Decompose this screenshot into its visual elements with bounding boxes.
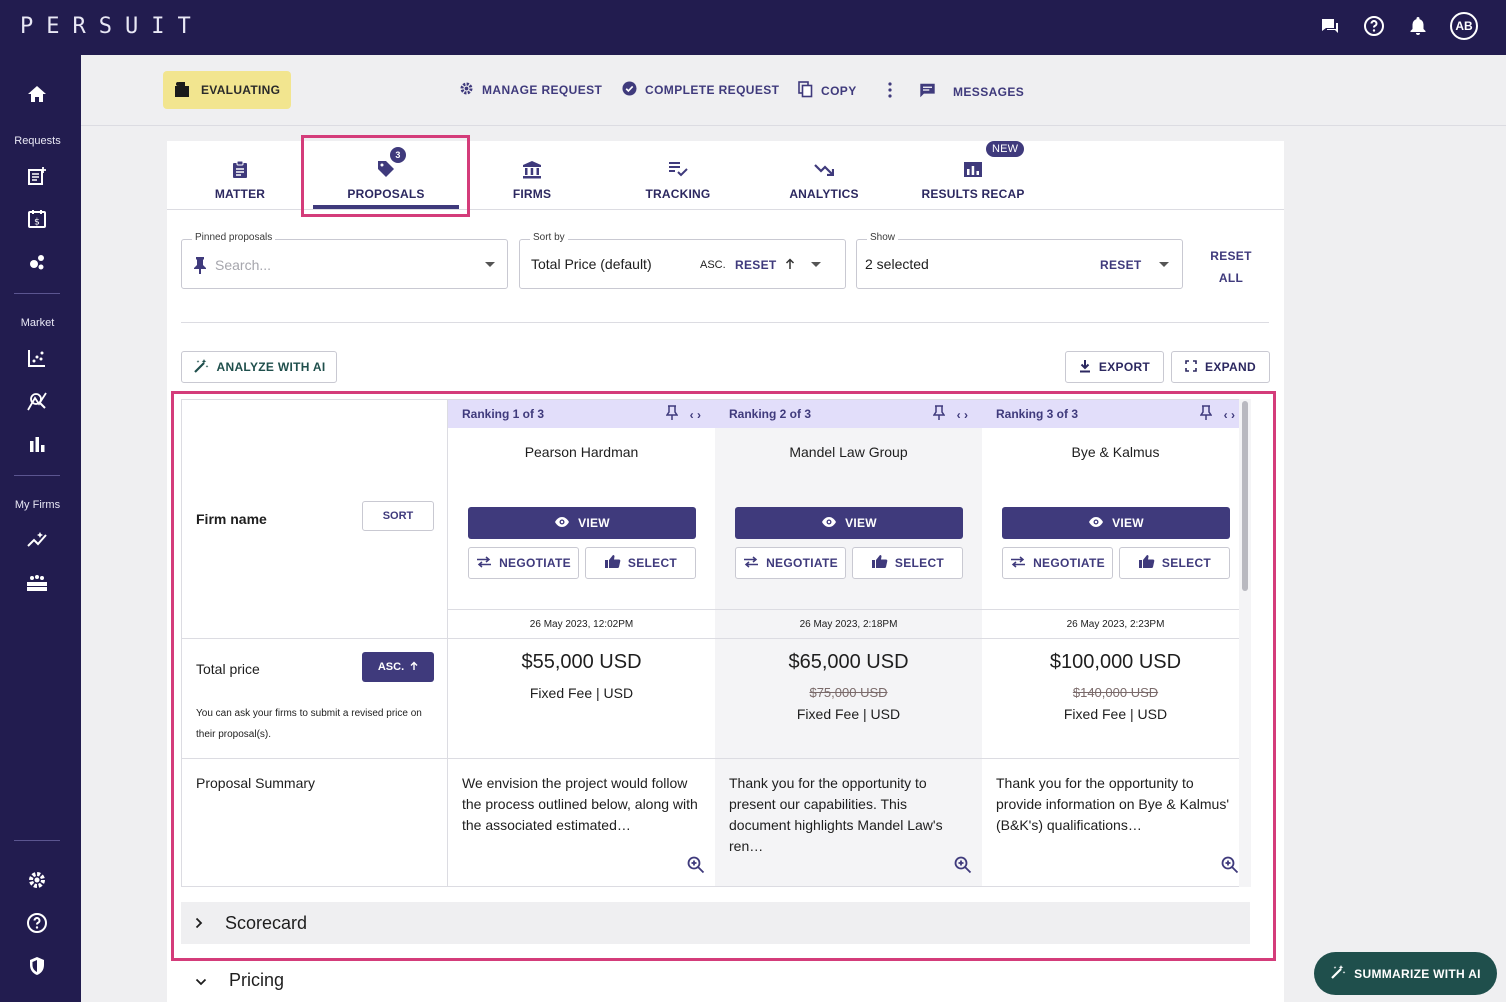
evaluating-icon: [173, 80, 191, 101]
pinned-search-placeholder: Search...: [215, 257, 272, 273]
manage-request-button[interactable]: MANAGE REQUEST: [459, 81, 602, 99]
sidebar: Requests $ Market My Firms: [0, 55, 81, 1002]
filter-label: Pinned proposals: [192, 232, 276, 243]
gear-icon: [459, 81, 474, 99]
new-badge: NEW: [986, 141, 1025, 157]
nodes-icon[interactable]: [25, 250, 49, 274]
complete-request-button[interactable]: COMPLETE REQUEST: [622, 81, 779, 99]
sidebar-divider: [14, 475, 60, 476]
sort-by-value: Total Price (default): [531, 256, 652, 272]
tab-label: RESULTS RECAP: [921, 187, 1025, 201]
bell-icon[interactable]: [1406, 14, 1430, 38]
show-value: 2 selected: [865, 256, 929, 272]
svg-text:$: $: [34, 218, 40, 228]
tab-results-recap[interactable]: NEW RESULTS RECAP: [897, 141, 1049, 210]
magic-wand-icon: [1330, 964, 1346, 983]
more-vertical-icon: [887, 82, 893, 101]
export-label: EXPORT: [1098, 360, 1151, 374]
sort-order-label: ASC.: [700, 259, 726, 271]
reset-all-line2: ALL: [1218, 271, 1244, 285]
tab-matter[interactable]: MATTER: [167, 141, 313, 210]
home-icon[interactable]: [25, 82, 49, 106]
fullscreen-icon: [1185, 359, 1197, 375]
action-bar: EVALUATING MANAGE REQUEST COMPLETE REQUE…: [81, 55, 1506, 126]
request-list-icon[interactable]: [25, 164, 49, 188]
chevron-down-icon: [485, 262, 495, 267]
tab-tracking[interactable]: TRACKING: [605, 141, 751, 210]
copy-icon: [798, 81, 813, 101]
shield-icon[interactable]: [25, 954, 49, 978]
chevron-down-icon: [195, 970, 207, 991]
arrow-up-icon[interactable]: [785, 257, 795, 275]
analyze-label: ANALYZE WITH AI: [216, 360, 326, 374]
expand-label: EXPAND: [1205, 360, 1256, 374]
divider: [181, 322, 1269, 323]
copy-button[interactable]: COPY: [798, 81, 857, 101]
tab-firms[interactable]: FIRMS: [459, 141, 605, 210]
magic-wand-icon: [193, 358, 209, 377]
show-filter[interactable]: Show 2 selected RESET: [856, 232, 1183, 289]
copy-label: COPY: [821, 84, 857, 98]
tab-label: TRACKING: [645, 187, 711, 201]
tab-label: ANALYTICS: [789, 187, 859, 201]
sidebar-divider: [14, 293, 60, 294]
sidebar-section-my-firms: My Firms: [14, 499, 61, 511]
pin-icon: [193, 256, 207, 279]
market-search-icon[interactable]: [25, 389, 49, 413]
reset-all-line1: RESET: [1210, 249, 1252, 263]
status-chip: EVALUATING: [163, 71, 291, 109]
pricing-section[interactable]: Pricing: [181, 959, 1250, 1001]
chat-icon[interactable]: [1318, 14, 1342, 38]
tab-label: MATTER: [214, 187, 266, 201]
chevron-down-icon: [811, 262, 821, 267]
manage-request-label: MANAGE REQUEST: [482, 83, 603, 97]
sidebar-section-requests: Requests: [14, 135, 61, 147]
app-logo[interactable]: PERSUIT: [20, 14, 204, 39]
scatter-chart-icon[interactable]: [25, 346, 49, 370]
chart-doc-icon: NEW: [963, 141, 1025, 183]
proposals-tab-highlight: [301, 135, 470, 217]
clipboard-icon: [232, 155, 248, 183]
sidebar-divider: [14, 840, 60, 841]
export-button[interactable]: EXPORT: [1065, 351, 1164, 383]
messages-label: MESSAGES: [953, 84, 1025, 99]
sort-reset-button[interactable]: RESET: [735, 258, 777, 272]
summarize-with-ai-button[interactable]: SUMMARIZE WITH AI: [1314, 952, 1497, 995]
download-icon: [1079, 359, 1091, 376]
pinned-proposals-filter[interactable]: Pinned proposals Search...: [181, 232, 508, 289]
sort-by-filter[interactable]: Sort by Total Price (default) ASC. RESET: [519, 232, 846, 289]
tab-analytics[interactable]: ANALYTICS: [751, 141, 897, 210]
summarize-label: SUMMARIZE WITH AI: [1354, 966, 1481, 981]
firm-performance-icon[interactable]: [25, 528, 49, 552]
analyze-with-ai-button[interactable]: ANALYZE WITH AI: [181, 351, 337, 383]
pricing-label: Pricing: [229, 970, 285, 990]
reset-all-button[interactable]: RESET ALL: [1198, 245, 1264, 289]
show-reset-button[interactable]: RESET: [1100, 258, 1142, 272]
messages-button[interactable]: MESSAGES: [918, 81, 1024, 102]
sidebar-section-market: Market: [20, 317, 55, 329]
bank-icon: [522, 155, 542, 183]
help-icon[interactable]: [1362, 14, 1386, 38]
expand-button[interactable]: EXPAND: [1171, 351, 1270, 383]
user-avatar[interactable]: AB: [1450, 12, 1478, 40]
messages-icon: [918, 81, 937, 102]
calendar-dollar-icon[interactable]: $: [25, 207, 49, 231]
list-check-icon: [668, 155, 688, 183]
check-circle-icon: [622, 81, 637, 99]
help-circle-icon[interactable]: [25, 911, 49, 935]
tab-label: FIRMS: [512, 187, 552, 201]
more-menu-button[interactable]: [887, 82, 893, 101]
status-label: EVALUATING: [201, 83, 281, 97]
bar-chart-icon[interactable]: [25, 432, 49, 456]
firms-group-icon[interactable]: [25, 571, 49, 595]
top-icons: AB: [1318, 12, 1478, 40]
complete-request-label: COMPLETE REQUEST: [645, 83, 780, 97]
comparison-grid-highlight: [171, 391, 1276, 961]
trend-down-icon: [814, 155, 834, 183]
filter-label: Show: [867, 232, 899, 243]
settings-icon[interactable]: [25, 868, 49, 892]
chevron-down-icon: [1159, 262, 1169, 267]
filter-label: Sort by: [530, 232, 568, 243]
top-bar: PERSUIT AB: [0, 0, 1506, 55]
